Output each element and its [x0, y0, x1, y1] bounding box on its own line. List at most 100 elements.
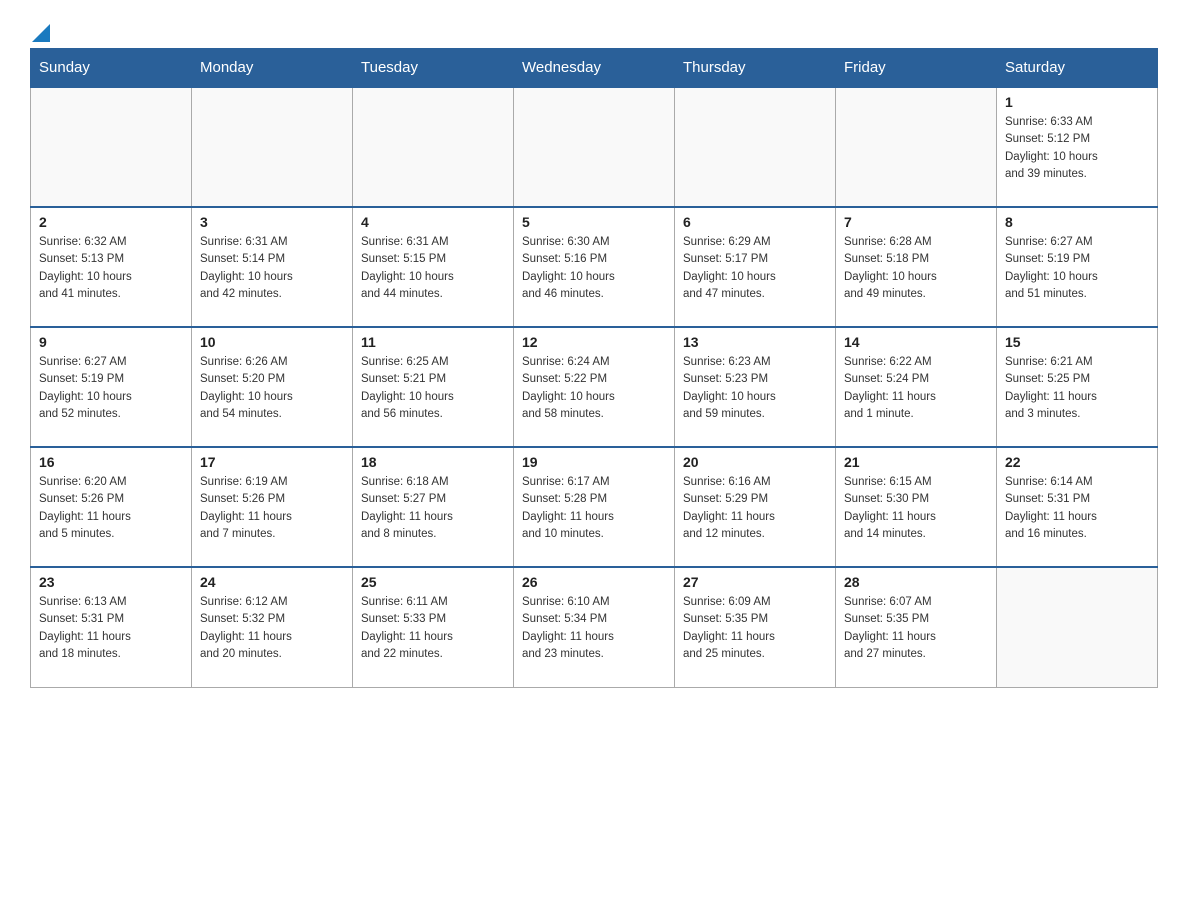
day-info: Sunrise: 6:30 AM Sunset: 5:16 PM Dayligh…: [522, 234, 666, 303]
day-info: Sunrise: 6:27 AM Sunset: 5:19 PM Dayligh…: [39, 354, 183, 423]
day-info: Sunrise: 6:20 AM Sunset: 5:26 PM Dayligh…: [39, 474, 183, 543]
calendar-cell: 8 Sunrise: 6:27 AM Sunset: 5:19 PM Daylig…: [997, 207, 1158, 327]
calendar-week-row: 9 Sunrise: 6:27 AM Sunset: 5:19 PM Daylig…: [31, 327, 1158, 447]
day-info: Sunrise: 6:17 AM Sunset: 5:28 PM Dayligh…: [522, 474, 666, 543]
day-info: Sunrise: 6:10 AM Sunset: 5:34 PM Dayligh…: [522, 594, 666, 663]
day-info: Sunrise: 6:07 AM Sunset: 5:35 PM Dayligh…: [844, 594, 988, 663]
day-info: Sunrise: 6:23 AM Sunset: 5:23 PM Dayligh…: [683, 354, 827, 423]
calendar-week-row: 16 Sunrise: 6:20 AM Sunset: 5:26 PM Dayli…: [31, 447, 1158, 567]
day-info: Sunrise: 6:33 AM Sunset: 5:12 PM Dayligh…: [1005, 114, 1149, 183]
day-info: Sunrise: 6:28 AM Sunset: 5:18 PM Dayligh…: [844, 234, 988, 303]
day-number: 27: [683, 574, 827, 590]
day-number: 4: [361, 214, 505, 230]
calendar-cell: 13 Sunrise: 6:23 AM Sunset: 5:23 PM Dayli…: [675, 327, 836, 447]
calendar-cell: 14 Sunrise: 6:22 AM Sunset: 5:24 PM Dayli…: [836, 327, 997, 447]
weekday-header-friday: Friday: [836, 49, 997, 88]
calendar-cell: 3 Sunrise: 6:31 AM Sunset: 5:14 PM Daylig…: [192, 207, 353, 327]
day-info: Sunrise: 6:18 AM Sunset: 5:27 PM Dayligh…: [361, 474, 505, 543]
day-info: Sunrise: 6:31 AM Sunset: 5:14 PM Dayligh…: [200, 234, 344, 303]
day-info: Sunrise: 6:25 AM Sunset: 5:21 PM Dayligh…: [361, 354, 505, 423]
day-number: 9: [39, 334, 183, 350]
day-number: 13: [683, 334, 827, 350]
calendar-cell: [514, 87, 675, 207]
day-number: 19: [522, 454, 666, 470]
day-info: Sunrise: 6:12 AM Sunset: 5:32 PM Dayligh…: [200, 594, 344, 663]
weekday-header-saturday: Saturday: [997, 49, 1158, 88]
weekday-header-sunday: Sunday: [31, 49, 192, 88]
weekday-header-thursday: Thursday: [675, 49, 836, 88]
day-number: 24: [200, 574, 344, 590]
day-number: 25: [361, 574, 505, 590]
calendar-table: SundayMondayTuesdayWednesdayThursdayFrid…: [30, 48, 1158, 688]
calendar-cell: 2 Sunrise: 6:32 AM Sunset: 5:13 PM Daylig…: [31, 207, 192, 327]
weekday-header-tuesday: Tuesday: [353, 49, 514, 88]
calendar-cell: 5 Sunrise: 6:30 AM Sunset: 5:16 PM Daylig…: [514, 207, 675, 327]
calendar-cell: [997, 567, 1158, 687]
day-number: 22: [1005, 454, 1149, 470]
day-info: Sunrise: 6:11 AM Sunset: 5:33 PM Dayligh…: [361, 594, 505, 663]
weekday-header-wednesday: Wednesday: [514, 49, 675, 88]
calendar-week-row: 23 Sunrise: 6:13 AM Sunset: 5:31 PM Dayli…: [31, 567, 1158, 687]
day-info: Sunrise: 6:09 AM Sunset: 5:35 PM Dayligh…: [683, 594, 827, 663]
calendar-cell: 26 Sunrise: 6:10 AM Sunset: 5:34 PM Dayli…: [514, 567, 675, 687]
calendar-cell: 22 Sunrise: 6:14 AM Sunset: 5:31 PM Dayli…: [997, 447, 1158, 567]
day-info: Sunrise: 6:21 AM Sunset: 5:25 PM Dayligh…: [1005, 354, 1149, 423]
day-number: 23: [39, 574, 183, 590]
calendar-cell: 10 Sunrise: 6:26 AM Sunset: 5:20 PM Dayli…: [192, 327, 353, 447]
calendar-cell: 27 Sunrise: 6:09 AM Sunset: 5:35 PM Dayli…: [675, 567, 836, 687]
logo: [30, 20, 50, 38]
calendar-cell: 6Sunrise: 6:29 AM Sunset: 5:17 PM Daylig…: [675, 207, 836, 327]
day-info: Sunrise: 6:15 AM Sunset: 5:30 PM Dayligh…: [844, 474, 988, 543]
calendar-cell: 9 Sunrise: 6:27 AM Sunset: 5:19 PM Daylig…: [31, 327, 192, 447]
day-number: 28: [844, 574, 988, 590]
day-info: Sunrise: 6:27 AM Sunset: 5:19 PM Dayligh…: [1005, 234, 1149, 303]
day-info: Sunrise: 6:24 AM Sunset: 5:22 PM Dayligh…: [522, 354, 666, 423]
day-number: 8: [1005, 214, 1149, 230]
page-header: [30, 20, 1158, 38]
day-info: Sunrise: 6:31 AM Sunset: 5:15 PM Dayligh…: [361, 234, 505, 303]
calendar-cell: 12 Sunrise: 6:24 AM Sunset: 5:22 PM Dayli…: [514, 327, 675, 447]
day-number: 2: [39, 214, 183, 230]
calendar-cell: [675, 87, 836, 207]
calendar-cell: [353, 87, 514, 207]
day-number: 17: [200, 454, 344, 470]
day-number: 26: [522, 574, 666, 590]
day-number: 16: [39, 454, 183, 470]
day-number: 7: [844, 214, 988, 230]
day-number: 5: [522, 214, 666, 230]
day-number: 11: [361, 334, 505, 350]
calendar-cell: 1 Sunrise: 6:33 AM Sunset: 5:12 PM Daylig…: [997, 87, 1158, 207]
calendar-week-row: 1 Sunrise: 6:33 AM Sunset: 5:12 PM Daylig…: [31, 87, 1158, 207]
weekday-header-monday: Monday: [192, 49, 353, 88]
logo-triangle-icon: [32, 24, 50, 42]
calendar-cell: [836, 87, 997, 207]
day-info: Sunrise: 6:22 AM Sunset: 5:24 PM Dayligh…: [844, 354, 988, 423]
calendar-header-row: SundayMondayTuesdayWednesdayThursdayFrid…: [31, 49, 1158, 88]
day-info: Sunrise: 6:19 AM Sunset: 5:26 PM Dayligh…: [200, 474, 344, 543]
calendar-cell: 7 Sunrise: 6:28 AM Sunset: 5:18 PM Daylig…: [836, 207, 997, 327]
day-number: 3: [200, 214, 344, 230]
day-number: 1: [1005, 94, 1149, 110]
calendar-cell: 17 Sunrise: 6:19 AM Sunset: 5:26 PM Dayli…: [192, 447, 353, 567]
calendar-cell: 25 Sunrise: 6:11 AM Sunset: 5:33 PM Dayli…: [353, 567, 514, 687]
calendar-cell: 11 Sunrise: 6:25 AM Sunset: 5:21 PM Dayli…: [353, 327, 514, 447]
calendar-cell: 19 Sunrise: 6:17 AM Sunset: 5:28 PM Dayli…: [514, 447, 675, 567]
calendar-cell: 4 Sunrise: 6:31 AM Sunset: 5:15 PM Daylig…: [353, 207, 514, 327]
calendar-week-row: 2 Sunrise: 6:32 AM Sunset: 5:13 PM Daylig…: [31, 207, 1158, 327]
calendar-cell: 23 Sunrise: 6:13 AM Sunset: 5:31 PM Dayli…: [31, 567, 192, 687]
day-number: 14: [844, 334, 988, 350]
day-number: 10: [200, 334, 344, 350]
day-info: Sunrise: 6:29 AM Sunset: 5:17 PM Dayligh…: [683, 234, 827, 303]
day-info: Sunrise: 6:14 AM Sunset: 5:31 PM Dayligh…: [1005, 474, 1149, 543]
calendar-cell: 15Sunrise: 6:21 AM Sunset: 5:25 PM Dayli…: [997, 327, 1158, 447]
calendar-cell: [192, 87, 353, 207]
day-info: Sunrise: 6:13 AM Sunset: 5:31 PM Dayligh…: [39, 594, 183, 663]
day-info: Sunrise: 6:26 AM Sunset: 5:20 PM Dayligh…: [200, 354, 344, 423]
day-number: 12: [522, 334, 666, 350]
calendar-cell: 16 Sunrise: 6:20 AM Sunset: 5:26 PM Dayli…: [31, 447, 192, 567]
calendar-cell: 21Sunrise: 6:15 AM Sunset: 5:30 PM Dayli…: [836, 447, 997, 567]
day-info: Sunrise: 6:32 AM Sunset: 5:13 PM Dayligh…: [39, 234, 183, 303]
calendar-cell: 24 Sunrise: 6:12 AM Sunset: 5:32 PM Dayli…: [192, 567, 353, 687]
day-number: 18: [361, 454, 505, 470]
day-info: Sunrise: 6:16 AM Sunset: 5:29 PM Dayligh…: [683, 474, 827, 543]
